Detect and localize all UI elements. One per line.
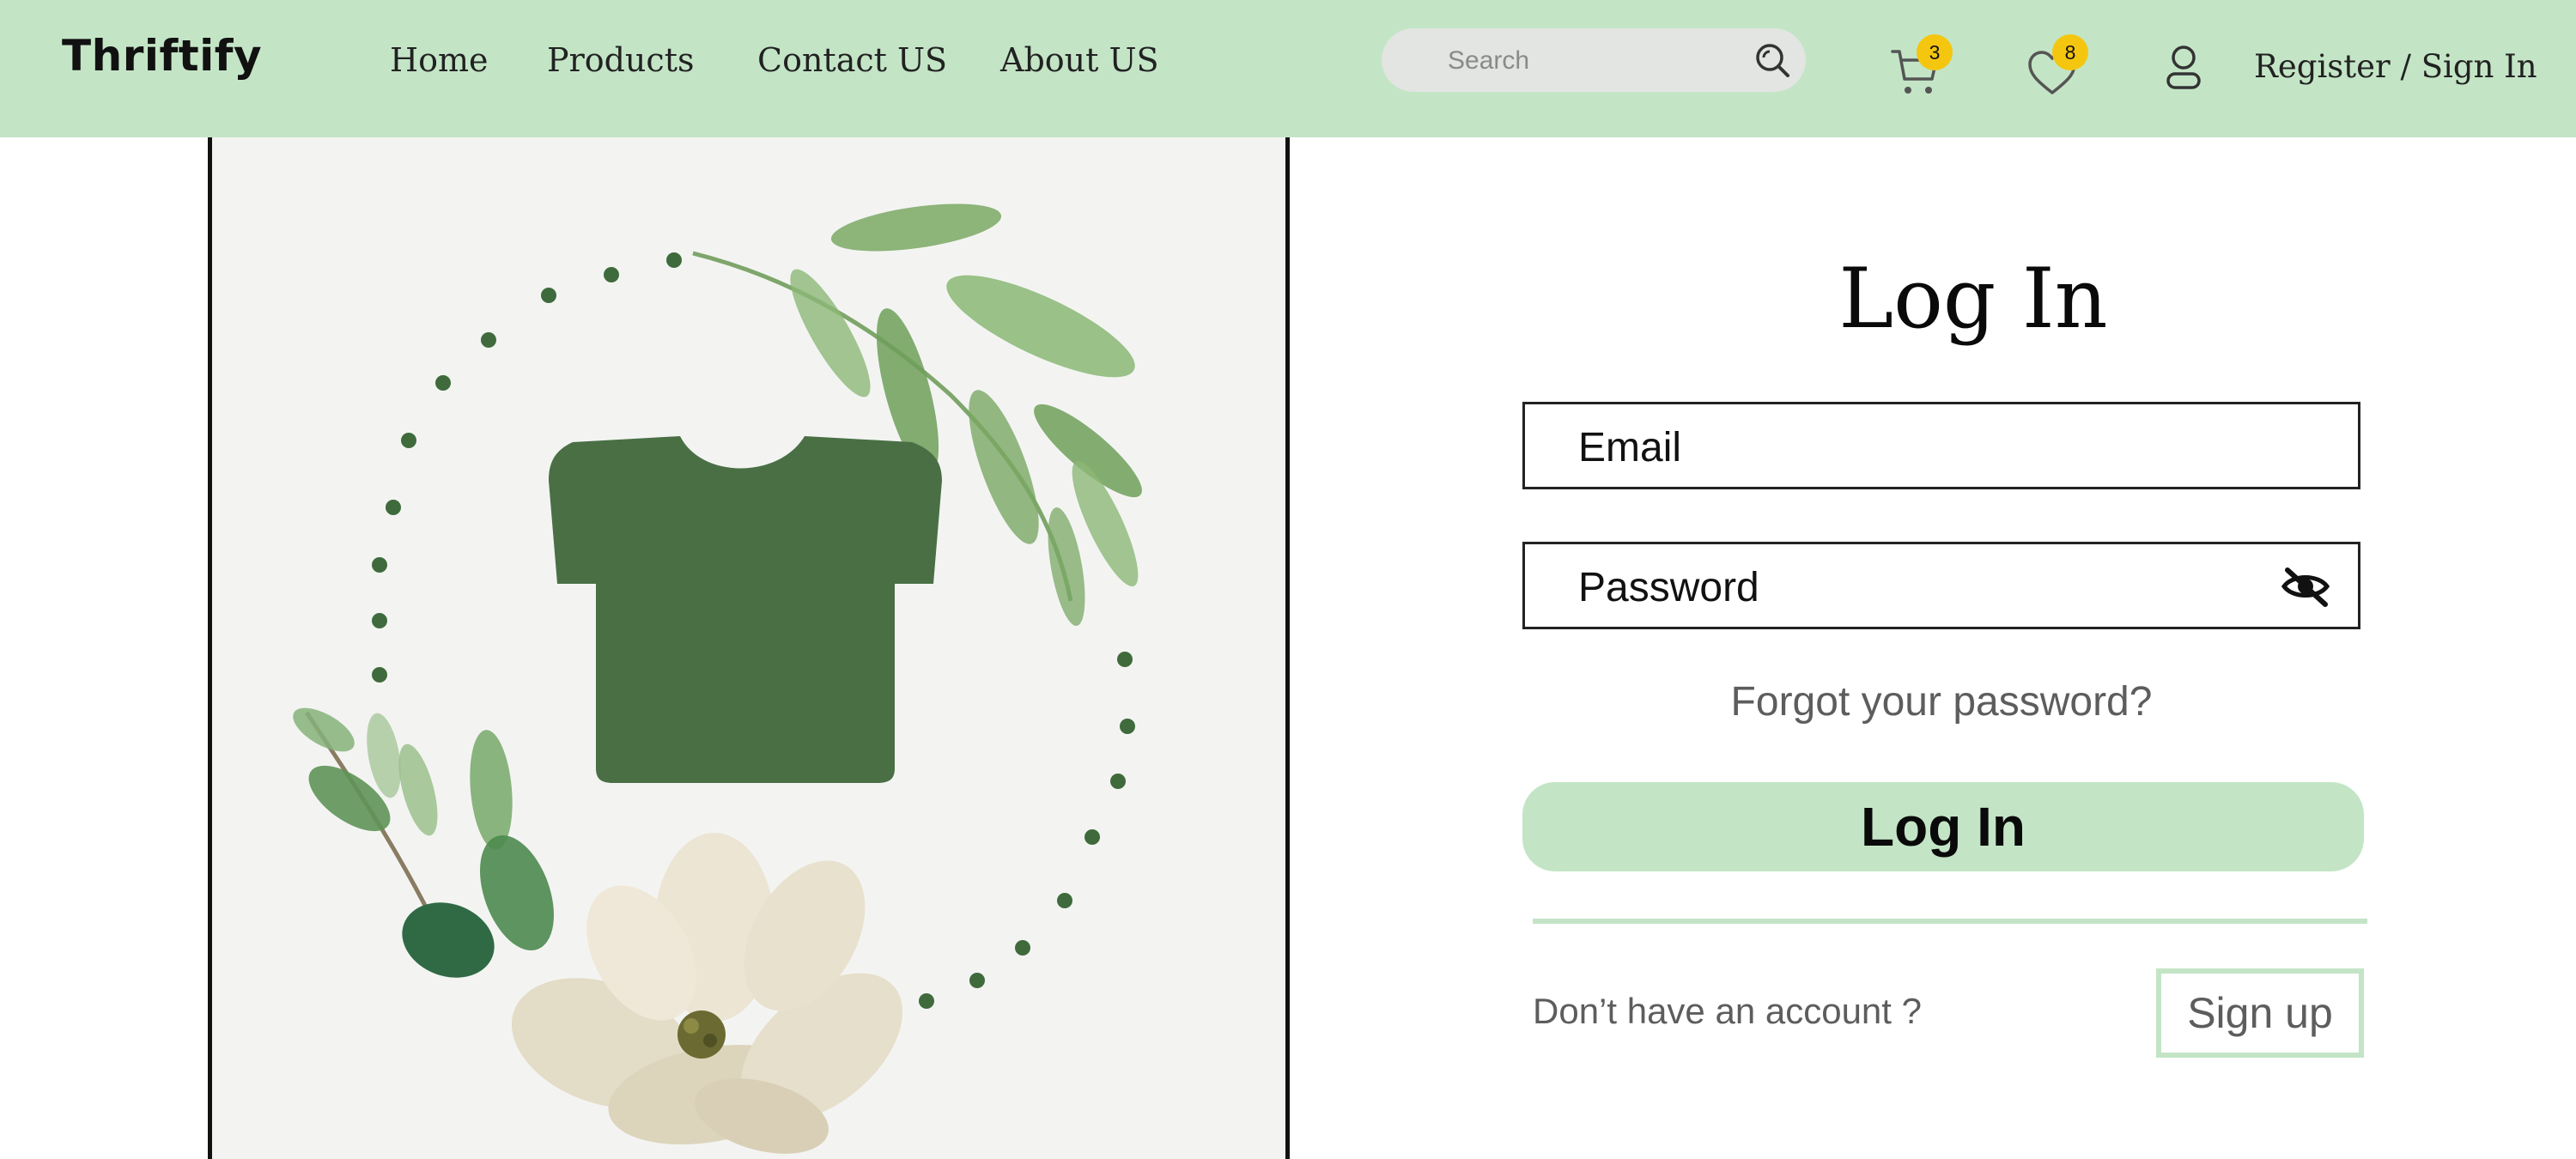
email-field xyxy=(1522,402,2360,489)
leaf-cluster xyxy=(293,707,554,978)
cart-count-badge: 3 xyxy=(1917,34,1953,70)
no-account-text: Don’t have an account ? xyxy=(1533,991,1922,1031)
nav-contact[interactable]: Contact US xyxy=(757,41,947,79)
top-navbar: Thriftify Home Products Contact US About… xyxy=(0,0,2576,137)
signup-button[interactable]: Sign up xyxy=(2156,968,2364,1058)
shirt-wreath-illustration xyxy=(293,203,1142,1154)
user-icon[interactable] xyxy=(2165,45,2202,93)
password-input[interactable] xyxy=(1577,560,2267,615)
form-divider xyxy=(1533,919,2367,924)
register-signin-link[interactable]: Register / Sign In xyxy=(2254,48,2537,85)
flower xyxy=(511,833,903,1154)
nav-about[interactable]: About US xyxy=(1000,41,1159,79)
t-shirt-icon xyxy=(549,436,942,783)
email-input[interactable] xyxy=(1577,420,2267,475)
nav-products[interactable]: Products xyxy=(547,41,694,79)
login-button[interactable]: Log In xyxy=(1522,782,2364,871)
login-title: Log In xyxy=(1838,251,2108,347)
search-icon[interactable] xyxy=(1752,39,1793,81)
search-bar xyxy=(1382,28,1806,92)
forgot-password-link[interactable]: Forgot your password? xyxy=(1522,678,2360,725)
brand-logo[interactable]: Thriftify xyxy=(62,31,262,81)
wishlist-count-badge: 8 xyxy=(2052,34,2088,70)
search-input[interactable] xyxy=(1446,40,1724,82)
nav-home[interactable]: Home xyxy=(390,41,489,79)
wishlist-button[interactable]: 8 xyxy=(2026,34,2095,100)
illustration-panel xyxy=(208,137,1290,1159)
password-field xyxy=(1522,542,2360,629)
cart-button[interactable]: 3 xyxy=(1889,34,1958,100)
eye-slash-icon[interactable] xyxy=(2281,565,2330,608)
